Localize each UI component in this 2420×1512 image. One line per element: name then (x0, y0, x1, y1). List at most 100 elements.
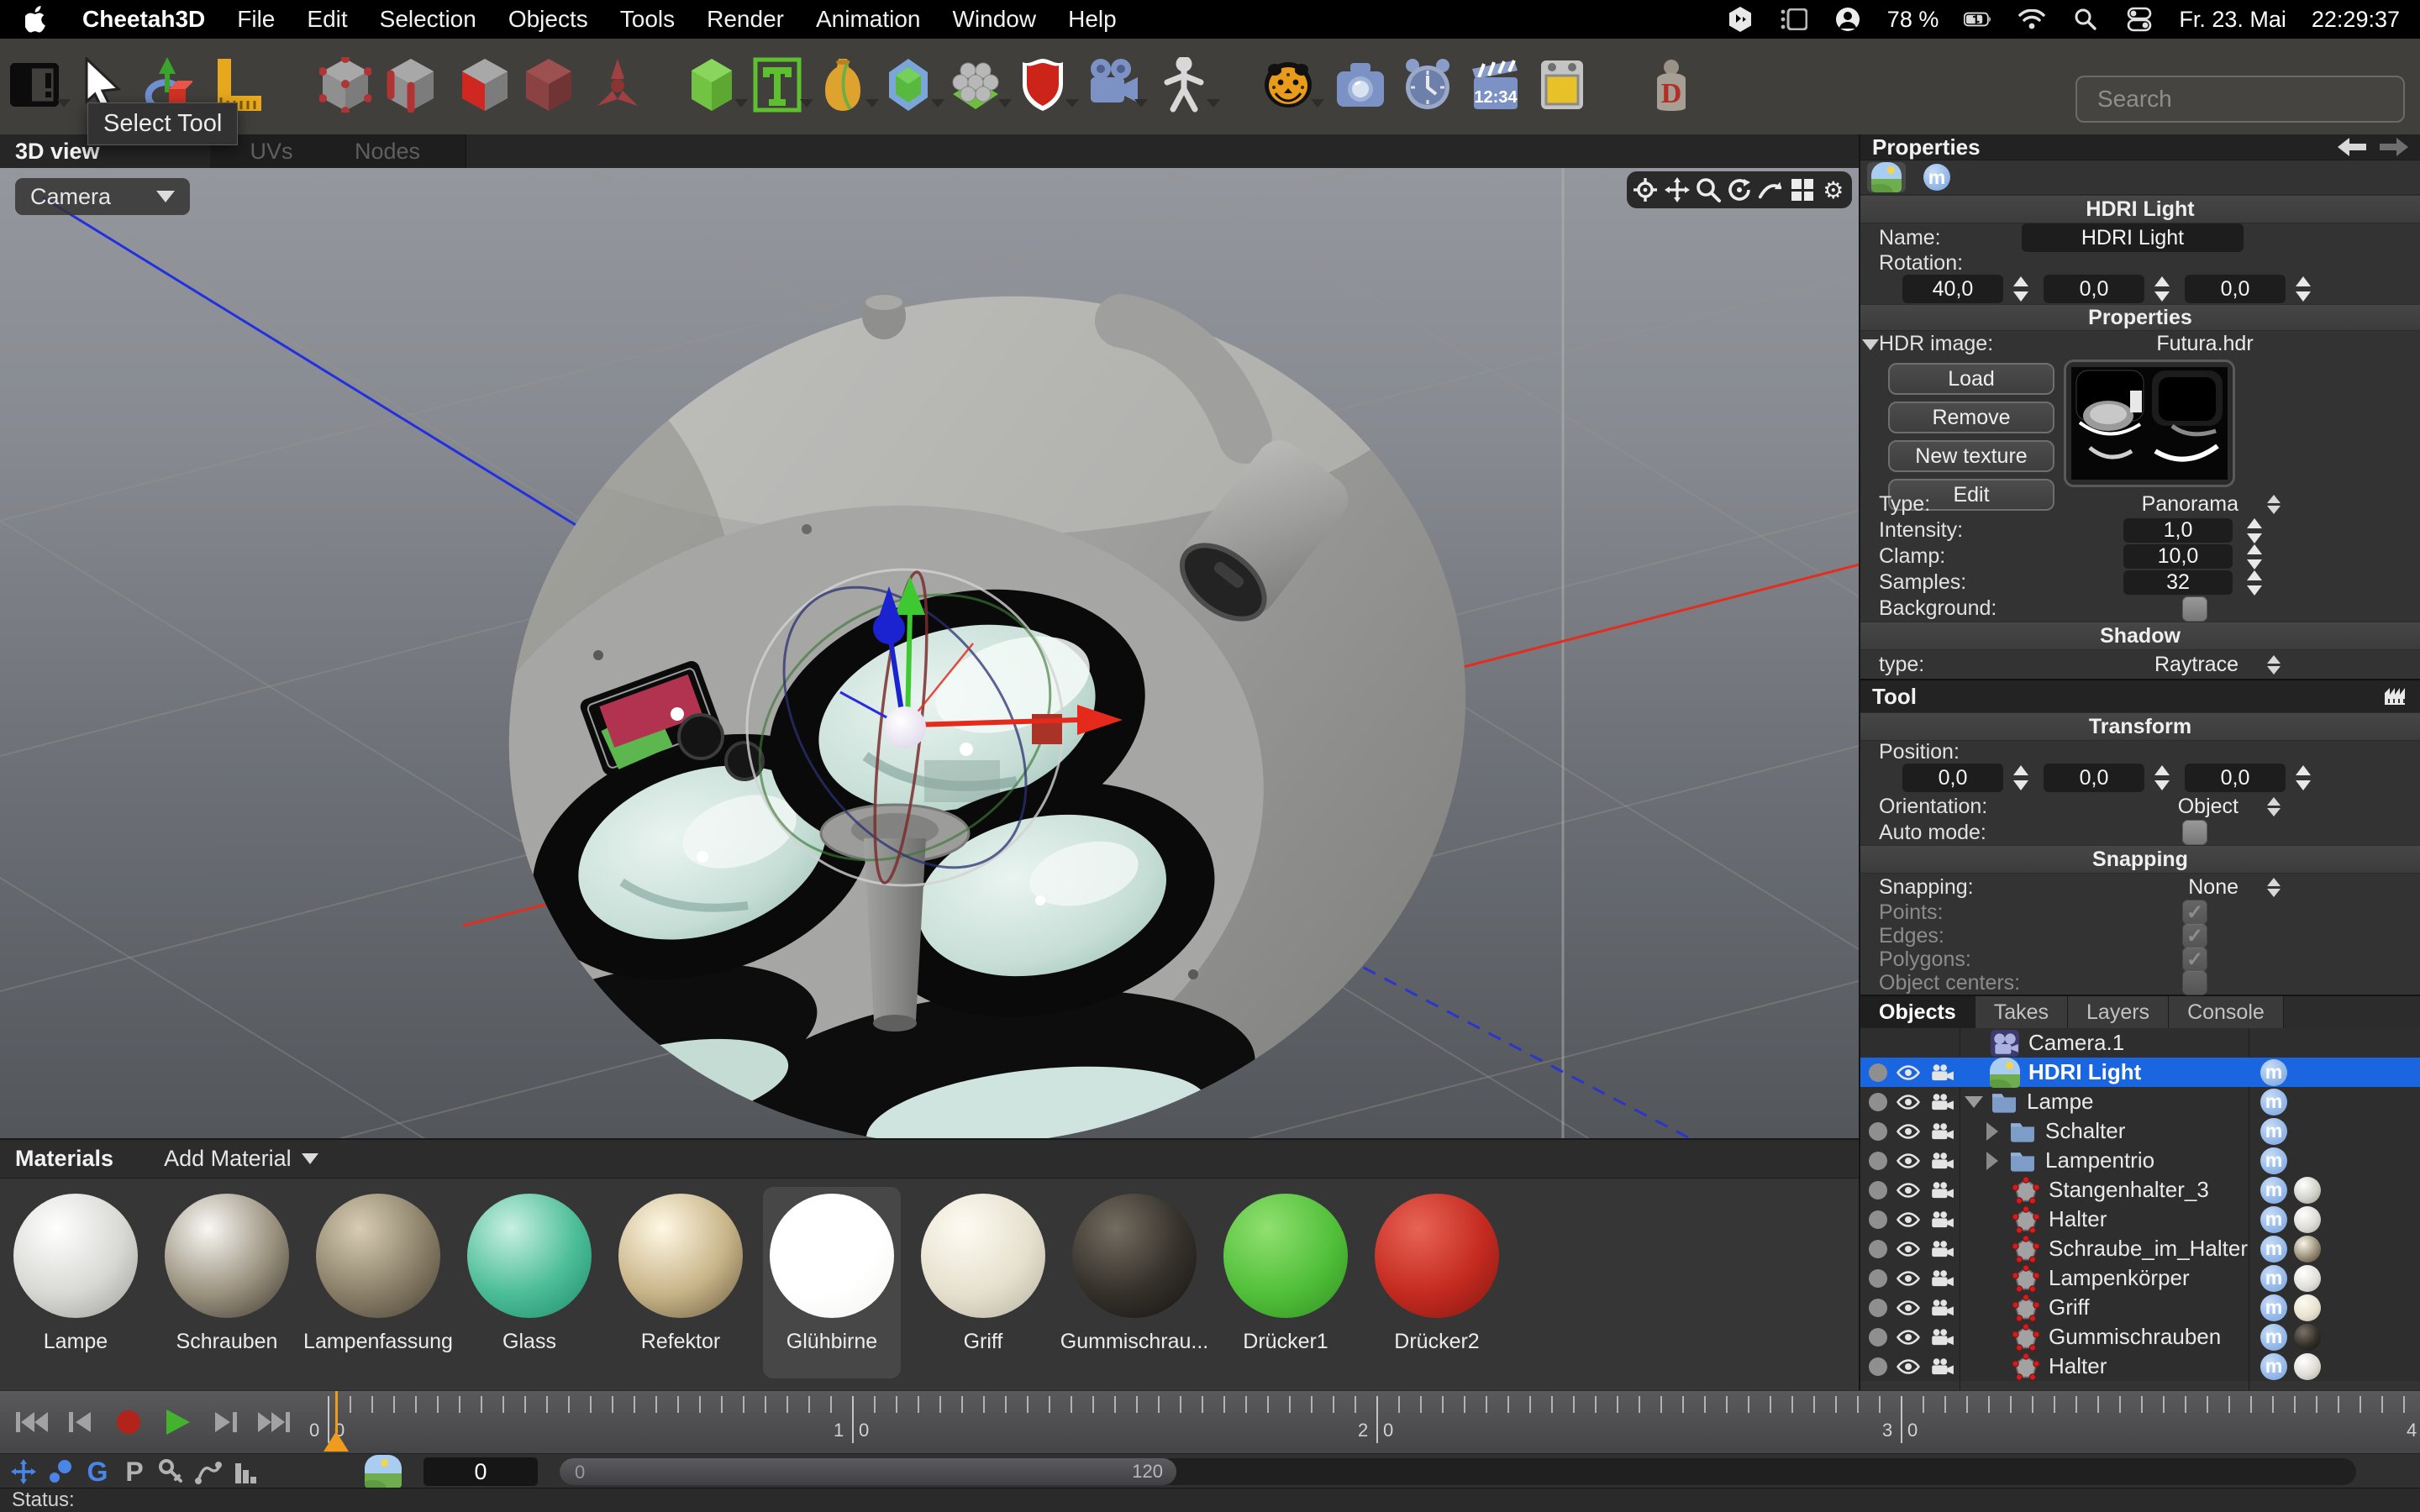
tree-row[interactable]: Gummischrauben m (1860, 1322, 2420, 1352)
eye-icon[interactable] (1896, 1270, 1921, 1287)
orientation-value[interactable]: Object (2112, 795, 2238, 819)
tree-row[interactable]: Griff m (1860, 1293, 2420, 1322)
history-forward-icon[interactable] (2380, 138, 2408, 156)
material-item[interactable]: Glass (460, 1187, 598, 1378)
snapping-value[interactable]: None (2112, 875, 2238, 900)
stepper-icon[interactable] (2247, 570, 2262, 596)
material-item[interactable]: Lampe (7, 1187, 145, 1378)
tree-row[interactable]: Lampe m (1860, 1087, 2420, 1116)
joint-tool-icon[interactable] (592, 57, 644, 113)
play-button[interactable] (158, 1403, 197, 1441)
tree-row[interactable]: Halter m (1860, 1352, 2420, 1381)
cheetah-render-icon[interactable] (1262, 57, 1324, 113)
tree-row[interactable]: Schalter m (1860, 1116, 2420, 1146)
stepper-icon[interactable] (2013, 276, 2028, 302)
panel-toggle-icon[interactable] (8, 57, 71, 113)
timeline-ruler[interactable]: 0010203040 (309, 1391, 2420, 1453)
intensity-field[interactable]: 1,0 (2123, 518, 2233, 543)
add-character-object-icon[interactable] (1158, 57, 1220, 113)
material-tag-icon[interactable]: m (2260, 1323, 2287, 1351)
rotation-filter-icon[interactable]: G (79, 1457, 116, 1487)
samples-field[interactable]: 32 (2123, 570, 2233, 595)
tool-presets-icon[interactable] (2383, 686, 2408, 706)
snap-edges-checkbox[interactable]: ✓ (2182, 923, 2207, 948)
selection-dot-icon[interactable] (1869, 1210, 1887, 1229)
render-animation-icon[interactable]: 12:34 (1469, 57, 1521, 113)
rotation-y-field[interactable]: 0,0 (2044, 275, 2144, 303)
orbit-view-icon[interactable] (1758, 177, 1783, 202)
d-stamp-icon[interactable]: D (1645, 57, 1697, 113)
material-item[interactable]: Glühbirne (763, 1187, 901, 1378)
name-field[interactable]: HDRI Light (2022, 223, 2244, 252)
dropdown-chevrons-icon[interactable] (2267, 494, 2281, 514)
snap-object-centers-checkbox[interactable] (2182, 970, 2207, 995)
record-button[interactable] (109, 1403, 148, 1441)
fcurve-icon[interactable] (190, 1457, 227, 1487)
viewport-settings-gear-icon[interactable]: ⚙ (1821, 177, 1846, 203)
material-tag-icon[interactable]: m (2260, 1176, 2287, 1204)
type-value[interactable]: Panorama (2112, 492, 2238, 517)
render-visibility-icon[interactable] (1929, 1357, 1954, 1376)
menu-time[interactable]: 22:29:37 (2312, 7, 2400, 33)
material-item[interactable]: Lampenfassung (303, 1187, 453, 1378)
edge-mode-icon[interactable] (385, 57, 437, 113)
tab-objects[interactable]: Objects (1860, 996, 1975, 1028)
add-material-button[interactable]: Add Material (164, 1146, 318, 1172)
dropdown-chevrons-icon[interactable] (2267, 877, 2281, 897)
render-visibility-icon[interactable] (1929, 1328, 1954, 1347)
stepper-icon[interactable] (2296, 276, 2311, 302)
menu-objects[interactable]: Objects (508, 6, 588, 33)
tab-nodes[interactable]: Nodes (309, 134, 466, 168)
render-visibility-icon[interactable] (1929, 1093, 1954, 1111)
polygon-mode-icon[interactable] (459, 57, 511, 113)
hdr-texture-preview[interactable] (2064, 360, 2235, 487)
material-item[interactable]: Gummischrau... (1060, 1187, 1208, 1378)
eye-icon[interactable] (1896, 1152, 1921, 1169)
render-time-icon[interactable] (1402, 57, 1454, 113)
auto-mode-checkbox[interactable] (2182, 820, 2207, 845)
statusbar-user-icon[interactable] (1833, 5, 1862, 34)
position-z-field[interactable]: 0,0 (2185, 764, 2286, 792)
history-back-icon[interactable] (2338, 138, 2366, 156)
zoom-view-icon[interactable] (1696, 177, 1721, 202)
tree-row[interactable]: Camera.1 (1860, 1028, 2420, 1058)
tab-layers[interactable]: Layers (2068, 996, 2170, 1028)
stepper-icon[interactable] (2154, 276, 2170, 302)
selection-dot-icon[interactable] (1869, 1092, 1887, 1111)
stepper-icon[interactable] (2247, 517, 2262, 543)
disclosure-closed-icon[interactable] (1986, 1151, 1998, 1170)
gizmo-center-handle[interactable] (884, 706, 926, 748)
snap-polygons-checkbox[interactable]: ✓ (2182, 947, 2207, 972)
statusbar-app-icon[interactable] (1726, 5, 1754, 34)
go-to-start-button[interactable] (12, 1403, 50, 1441)
point-mode-icon[interactable] (319, 57, 371, 113)
add-polygon-object-icon[interactable] (686, 57, 748, 113)
tree-row[interactable]: Schraube_im_Halter m (1860, 1234, 2420, 1263)
selection-dot-icon[interactable] (1869, 1298, 1887, 1317)
rotation-x-field[interactable]: 40,0 (1902, 275, 2003, 303)
apple-menu-icon[interactable] (22, 5, 50, 34)
dropdown-chevrons-icon[interactable] (2267, 654, 2281, 675)
render-visibility-icon[interactable] (1929, 1181, 1954, 1200)
animation-track[interactable]: 120 0 (560, 1458, 2356, 1485)
hdri-object-tab[interactable] (1867, 162, 1906, 192)
key-icon[interactable] (153, 1457, 190, 1487)
material-tag-icon[interactable]: m (2260, 1205, 2287, 1233)
split-view-icon[interactable] (1790, 177, 1815, 202)
eye-icon[interactable] (1896, 1094, 1921, 1110)
selection-dot-icon[interactable] (1869, 1268, 1887, 1288)
material-tag-icon[interactable]: m (2260, 1264, 2287, 1292)
render-visibility-icon[interactable] (1929, 1299, 1954, 1317)
selection-dot-icon[interactable] (1869, 1180, 1887, 1200)
dope-sheet-icon[interactable] (227, 1457, 264, 1487)
search-input[interactable] (2096, 85, 2402, 113)
material-tag-icon[interactable]: m (2260, 1235, 2287, 1263)
toolbar-search[interactable] (2075, 76, 2405, 123)
load-button[interactable]: Load (1888, 363, 2054, 395)
add-text-object-icon[interactable] (751, 57, 813, 113)
material-tag-icon[interactable]: m (2260, 1088, 2287, 1116)
step-back-button[interactable] (60, 1403, 99, 1441)
tree-row[interactable]: Lampentrio m (1860, 1146, 2420, 1175)
tree-row[interactable]: Halter m (1860, 1205, 2420, 1234)
rotation-z-field[interactable]: 0,0 (2185, 275, 2286, 303)
